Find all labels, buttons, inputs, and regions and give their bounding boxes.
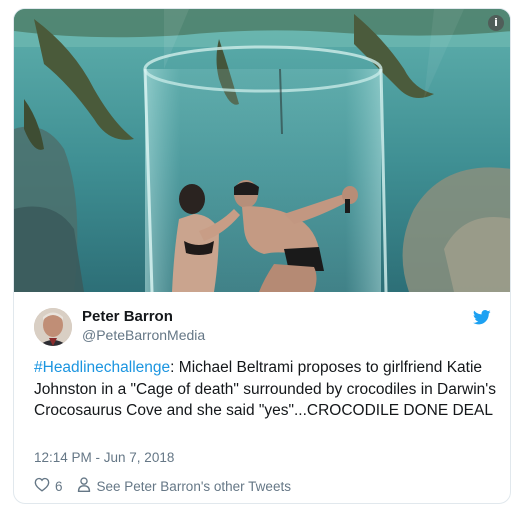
- heart-icon[interactable]: [34, 477, 50, 495]
- person-svg: [77, 477, 90, 492]
- embedded-tweet-card: i Peter Barron @PeteBarronMedia #Headlin…: [13, 8, 511, 504]
- info-icon[interactable]: i: [488, 15, 504, 31]
- tweet-photo[interactable]: i: [14, 9, 510, 292]
- other-tweets-link[interactable]: See Peter Barron's other Tweets: [97, 479, 291, 494]
- like-count[interactable]: 6: [55, 479, 63, 494]
- tweet-actions: 6 See Peter Barron's other Tweets: [34, 476, 291, 496]
- avatar[interactable]: [34, 308, 72, 346]
- author-display-name[interactable]: Peter Barron: [82, 308, 205, 326]
- author-block: Peter Barron @PeteBarronMedia: [82, 308, 205, 344]
- twitter-bird-svg: [472, 310, 491, 325]
- tweet-text: #Headlinechallenge: Michael Beltrami pro…: [34, 357, 499, 422]
- hashtag-link[interactable]: #Headlinechallenge: [34, 359, 170, 376]
- underwater-cage-photo: [14, 9, 510, 292]
- author-handle[interactable]: @PeteBarronMedia: [82, 326, 205, 344]
- heart-svg: [34, 477, 50, 492]
- person-icon: [77, 477, 91, 495]
- avatar-photo: [34, 308, 72, 346]
- twitter-bird-icon[interactable]: [472, 310, 491, 330]
- tweet-timestamp[interactable]: 12:14 PM - Jun 7, 2018: [34, 450, 174, 465]
